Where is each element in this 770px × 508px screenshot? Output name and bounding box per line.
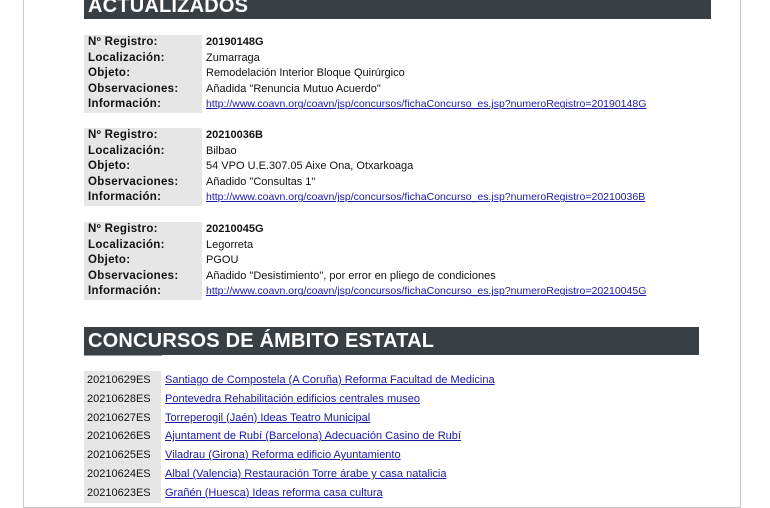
label-informacion: Información: bbox=[84, 97, 202, 113]
value-informacion: http://www.coavn.org/coavn/jsp/concursos… bbox=[206, 284, 646, 300]
value-objeto: 54 VPO U.E.307.05 Aixe Ona, Otxarkoaga bbox=[206, 160, 414, 173]
record-row-objeto: Objeto: Remodelación Interior Bloque Qui… bbox=[84, 66, 684, 82]
record-row-informacion: Información: http://www.coavn.org/coavn/… bbox=[84, 284, 684, 300]
record-row-objeto: Objeto: 54 VPO U.E.307.05 Aixe Ona, Otxa… bbox=[84, 159, 684, 175]
record-row-localizacion: Localización: Zumarraga bbox=[84, 50, 684, 67]
concurso-id: 20210624ES bbox=[84, 464, 161, 484]
label-registro: Nº Registro: bbox=[84, 35, 202, 51]
label-localizacion: Localización: bbox=[84, 50, 202, 67]
concurso-id: 20210625ES bbox=[84, 446, 161, 465]
label-objeto: Objeto: bbox=[84, 159, 202, 175]
concurso-title: Santiago de Compostela (A Coruña) Reform… bbox=[165, 371, 495, 390]
concursos-list: 20210629ES Santiago de Compostela (A Cor… bbox=[84, 371, 684, 503]
value-registro: 20210036B bbox=[206, 129, 263, 141]
list-item: 20210624ES Albal (Valencia) Restauración… bbox=[84, 464, 684, 484]
list-item: 20210628ES Pontevedra Rehabilitación edi… bbox=[84, 389, 684, 409]
concurso-title: Viladrau (Girona) Reforma edificio Ayunt… bbox=[165, 446, 401, 465]
concurso-id: 20210628ES bbox=[84, 389, 161, 409]
record-card: Nº Registro: 20190148G Localización: Zum… bbox=[84, 35, 684, 113]
label-localizacion: Localización: bbox=[84, 237, 202, 254]
value-observaciones: Añadida "Renuncia Mutuo Acuerdo" bbox=[206, 82, 381, 95]
concurso-link[interactable]: Pontevedra Rehabilitación edificios cent… bbox=[165, 393, 420, 405]
concurso-link[interactable]: Albal (Valencia) Restauración Torre árab… bbox=[165, 468, 446, 480]
concurso-link[interactable]: Grañén (Huesca) Ideas reforma casa cultu… bbox=[165, 487, 383, 499]
record-row-observaciones: Observaciones: Añadida "Renuncia Mutuo A… bbox=[84, 81, 684, 98]
label-registro: Nº Registro: bbox=[84, 128, 202, 144]
value-localizacion: Zumarraga bbox=[206, 51, 260, 64]
label-objeto: Objeto: bbox=[84, 253, 202, 269]
label-localizacion: Localización: bbox=[84, 143, 202, 160]
concurso-title: Pontevedra Rehabilitación edificios cent… bbox=[165, 390, 420, 409]
record-row-observaciones: Observaciones: Añadido "Consultas 1" bbox=[84, 174, 684, 191]
label-objeto: Objeto: bbox=[84, 66, 202, 82]
value-observaciones: Añadido "Desistimiento", por error en pl… bbox=[206, 269, 496, 282]
value-registro: 20210045G bbox=[206, 223, 264, 235]
value-objeto: PGOU bbox=[206, 254, 239, 267]
concurso-title: Torreperogil (Jaén) Ideas Teatro Municip… bbox=[165, 409, 370, 428]
list-item: 20210626ES Ajuntament de Rubí (Barcelona… bbox=[84, 427, 684, 447]
label-registro: Nº Registro: bbox=[84, 222, 202, 238]
record-row-registro: Nº Registro: 20210036B bbox=[84, 128, 684, 144]
concurso-id: 20210627ES bbox=[84, 408, 161, 428]
label-observaciones: Observaciones: bbox=[84, 81, 202, 98]
record-card: Nº Registro: 20210045G Localización: Leg… bbox=[84, 222, 684, 300]
divider bbox=[84, 355, 162, 356]
record-row-registro: Nº Registro: 20210045G bbox=[84, 222, 684, 238]
record-info-link[interactable]: http://www.coavn.org/coavn/jsp/concursos… bbox=[206, 191, 645, 203]
record-row-objeto: Objeto: PGOU bbox=[84, 253, 684, 269]
concurso-title: Albal (Valencia) Restauración Torre árab… bbox=[165, 465, 446, 484]
value-observaciones: Añadido "Consultas 1" bbox=[206, 175, 316, 188]
label-informacion: Información: bbox=[84, 284, 202, 300]
list-item: 20210627ES Torreperogil (Jaén) Ideas Tea… bbox=[84, 408, 684, 428]
section-banner-estatal: CONCURSOS DE ÁMBITO ESTATAL bbox=[84, 327, 699, 355]
concurso-id: 20210626ES bbox=[84, 427, 161, 447]
record-info-link[interactable]: http://www.coavn.org/coavn/jsp/concursos… bbox=[206, 285, 646, 297]
record-row-observaciones: Observaciones: Añadido "Desistimiento", … bbox=[84, 268, 684, 285]
record-info-link[interactable]: http://www.coavn.org/coavn/jsp/concursos… bbox=[206, 98, 646, 110]
record-row-informacion: Información: http://www.coavn.org/coavn/… bbox=[84, 97, 684, 113]
value-localizacion: Bilbao bbox=[206, 144, 237, 157]
value-localizacion: Legorreta bbox=[206, 238, 254, 251]
label-observaciones: Observaciones: bbox=[84, 174, 202, 191]
value-registro: 20190148G bbox=[206, 36, 264, 48]
concurso-id: 20210629ES bbox=[84, 371, 161, 390]
label-observaciones: Observaciones: bbox=[84, 268, 202, 285]
record-row-localizacion: Localización: Legorreta bbox=[84, 237, 684, 254]
list-item: 20210629ES Santiago de Compostela (A Cor… bbox=[84, 371, 684, 390]
concurso-link[interactable]: Viladrau (Girona) Reforma edificio Ayunt… bbox=[165, 449, 401, 461]
record-row-localizacion: Localización: Bilbao bbox=[84, 143, 684, 160]
label-informacion: Información: bbox=[84, 190, 202, 206]
value-objeto: Remodelación Interior Bloque Quirúrgico bbox=[206, 67, 405, 80]
record-row-informacion: Información: http://www.coavn.org/coavn/… bbox=[84, 190, 684, 206]
concurso-link[interactable]: Torreperogil (Jaén) Ideas Teatro Municip… bbox=[165, 412, 370, 424]
value-informacion: http://www.coavn.org/coavn/jsp/concursos… bbox=[206, 190, 645, 206]
record-row-registro: Nº Registro: 20190148G bbox=[84, 35, 684, 51]
section-banner-actualizados: ACTUALIZADOS bbox=[84, 0, 711, 19]
concurso-link[interactable]: Santiago de Compostela (A Coruña) Reform… bbox=[165, 374, 495, 386]
record-card: Nº Registro: 20210036B Localización: Bil… bbox=[84, 128, 684, 206]
concurso-title: Ajuntament de Rubí (Barcelona) Adecuació… bbox=[165, 427, 461, 446]
concurso-link[interactable]: Ajuntament de Rubí (Barcelona) Adecuació… bbox=[165, 430, 461, 442]
value-informacion: http://www.coavn.org/coavn/jsp/concursos… bbox=[206, 97, 646, 113]
list-item: 20210625ES Viladrau (Girona) Reforma edi… bbox=[84, 446, 684, 465]
